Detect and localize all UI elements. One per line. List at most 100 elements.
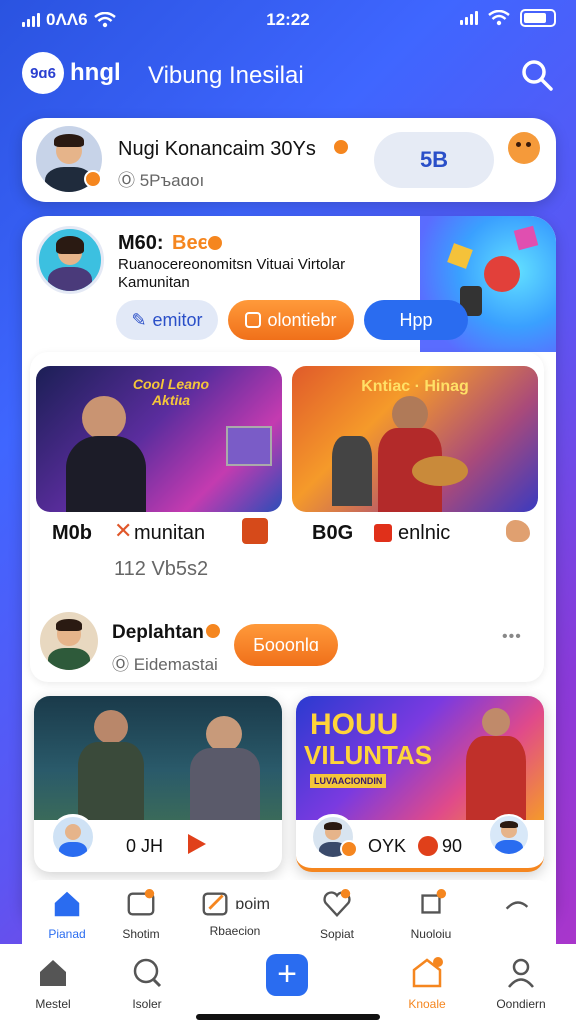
hand-icon — [506, 520, 530, 542]
tab-nuoloiu-label: Nuoloiu — [410, 927, 452, 941]
emoji-icon[interactable] — [508, 132, 540, 164]
video-thumb-2[interactable]: Kntiac · Hinag — [292, 366, 538, 512]
app-logo[interactable]: 9ɑ6 hngl — [22, 52, 121, 94]
more-options-icon[interactable]: ••• — [502, 628, 522, 646]
profile-handle: Ⓞ 5Pъaɑoı — [118, 171, 205, 190]
video-2-label: B0G — [312, 522, 354, 544]
search-icon[interactable] — [520, 58, 554, 92]
feature-tag: Bee — [172, 232, 209, 254]
live-card-2-badge — [340, 840, 358, 858]
feature-avatar[interactable] — [36, 226, 104, 294]
play-icon[interactable] — [188, 834, 206, 854]
tab-knoale[interactable]: Knoale — [382, 956, 472, 1011]
tab-oondiern[interactable]: Oondiern — [476, 956, 566, 1011]
bottom-tabbar: Mestel Isoler + Knoale Oondiern — [0, 944, 576, 1024]
tab-knoale-label: Knoale — [408, 997, 446, 1011]
name-badge-icon — [332, 138, 350, 156]
video-thumb-1-title: Cool Leano Aktiɩa — [132, 376, 210, 408]
video-thumb-2-title: Kntiac · Hinag — [361, 378, 469, 395]
store-icon — [412, 957, 443, 988]
create-button[interactable]: + — [266, 954, 308, 996]
tab-rbaecion[interactable]: ɒoim Rbaecion — [180, 888, 290, 938]
tab-rbaecion-extra: ɒoim — [235, 896, 271, 914]
video-thumb-1[interactable]: Cool Leano Aktiɩa — [36, 366, 282, 512]
secondary-tabbar: Pianad Shotim ɒoim Rbaecion Sopiat Nuolo… — [22, 880, 556, 944]
live-thumb-2-line3: LUVAACIONDIN — [310, 774, 387, 788]
live-card-2-viewer[interactable] — [488, 814, 530, 856]
tab-isoler-label: Isoler — [132, 997, 162, 1011]
tab-oondiern-label: Oondiern — [496, 997, 546, 1011]
creator-name: Deplahtan — [112, 622, 204, 643]
tab-share[interactable] — [472, 888, 562, 927]
home-indicator — [196, 1014, 380, 1020]
feature-button-1-label: emitor — [152, 309, 203, 330]
app-header: 9ɑ6 hngl Vibung Inesilai — [22, 52, 554, 98]
home-icon — [54, 891, 80, 917]
live-card-1-avatar[interactable] — [50, 814, 96, 860]
video-grid-card: Cool Leano Aktiɩa Kntiac · Hinag M0b ✕ m… — [30, 352, 544, 682]
follow-button[interactable]: Боoonlɑ — [234, 624, 338, 666]
follow-button-label: Боoonlɑ — [253, 634, 319, 655]
video-1-label: M0b — [52, 522, 92, 544]
tab-nuoloiu[interactable]: Nuoloiu — [386, 888, 476, 941]
profile-card[interactable]: Nugi Konancaim 30Ys Ⓞ 5Pъaɑoı 5B — [22, 118, 556, 202]
feature-button-2-label: olontiebr — [267, 309, 337, 330]
feature-user: M60: — [118, 232, 164, 254]
calendar-icon — [245, 312, 262, 328]
tab-mestel-label: Mestel — [35, 997, 71, 1011]
feature-desc-line2: Kamunitan — [118, 274, 190, 291]
feed-card: M60: Bee Ruanocereonomitsn Vituai Virtol… — [22, 216, 556, 926]
tab-shotim[interactable]: Shotim — [96, 888, 186, 941]
feature-button-1[interactable]: ✎ emitor — [116, 300, 218, 340]
wifi-icon — [488, 10, 510, 26]
pencil-icon: ✎ — [131, 309, 147, 330]
live-card-2[interactable]: HOUU VILUNTAS LUVAACIONDIN OYK 90 — [296, 696, 544, 872]
battery-icon — [520, 9, 556, 27]
live-card-1-footer: 0 JH — [126, 836, 164, 856]
feature-button-3[interactable]: Hpp — [364, 300, 468, 340]
live-card-1[interactable]: 0 JH — [34, 696, 282, 872]
plus-icon: + — [277, 955, 297, 993]
tab-mestel[interactable]: Mestel — [8, 956, 98, 1011]
count-value: 5B — [419, 147, 449, 172]
count-pill[interactable]: 5B — [374, 132, 494, 188]
feature-desc-line1: Ruanocereonomitsn Vituai Virtolar — [118, 256, 346, 273]
live-card-2-count: 90 — [442, 836, 463, 856]
live-thumb-1 — [34, 696, 282, 820]
video-1-sub: 112 Vb5s2 — [114, 558, 209, 580]
live-card-2-footer: OYK — [368, 836, 407, 856]
tab-sopiat[interactable]: Sopiat — [292, 888, 382, 941]
search-icon — [133, 958, 162, 988]
video-2-tag: enlnic — [398, 522, 451, 544]
share-icon — [505, 901, 529, 910]
heart-icon[interactable] — [418, 836, 438, 856]
fire-icon — [242, 518, 268, 544]
music-icon — [421, 888, 447, 914]
creator-avatar[interactable] — [40, 612, 98, 670]
feature-badge-icon — [206, 234, 224, 252]
tab-sopiat-label: Sopiat — [319, 927, 355, 941]
profile-icon — [508, 958, 534, 988]
tab-rbaecion-label: Rbaecion — [209, 924, 261, 938]
status-bar: 0ɅɅ6 12:22 — [0, 0, 576, 40]
live-thumb-2: HOUU VILUNTAS LUVAACIONDIN — [296, 696, 544, 820]
live-thumb-2-line2: VILUNTAS — [304, 740, 433, 770]
creator-badge-icon — [204, 622, 222, 640]
red-square-icon — [374, 524, 392, 542]
feature-button-3-label: Hpp — [399, 309, 433, 330]
profile-name: Nugi Konancaim 30Ys — [118, 138, 316, 160]
home-icon — [40, 960, 66, 986]
close-x-icon: ✕ — [114, 518, 133, 543]
page-title: Vibung Inesilai — [148, 62, 304, 89]
heart-outline-icon — [323, 888, 351, 918]
cell-signal-icon — [460, 11, 478, 25]
gallery-icon — [127, 888, 155, 916]
creator-handle: Ⓞ Eidemastai — [112, 655, 218, 674]
edit-icon — [202, 892, 228, 916]
tab-shotim-label: Shotim — [122, 927, 160, 941]
feature-button-2[interactable]: olontiebr — [228, 300, 354, 340]
live-thumb-2-line1: HOUU — [310, 708, 399, 741]
tab-isoler[interactable]: Isoler — [102, 956, 192, 1011]
logo-badge: 9ɑ6 — [22, 52, 64, 94]
video-1-tag: munitan — [134, 522, 206, 544]
